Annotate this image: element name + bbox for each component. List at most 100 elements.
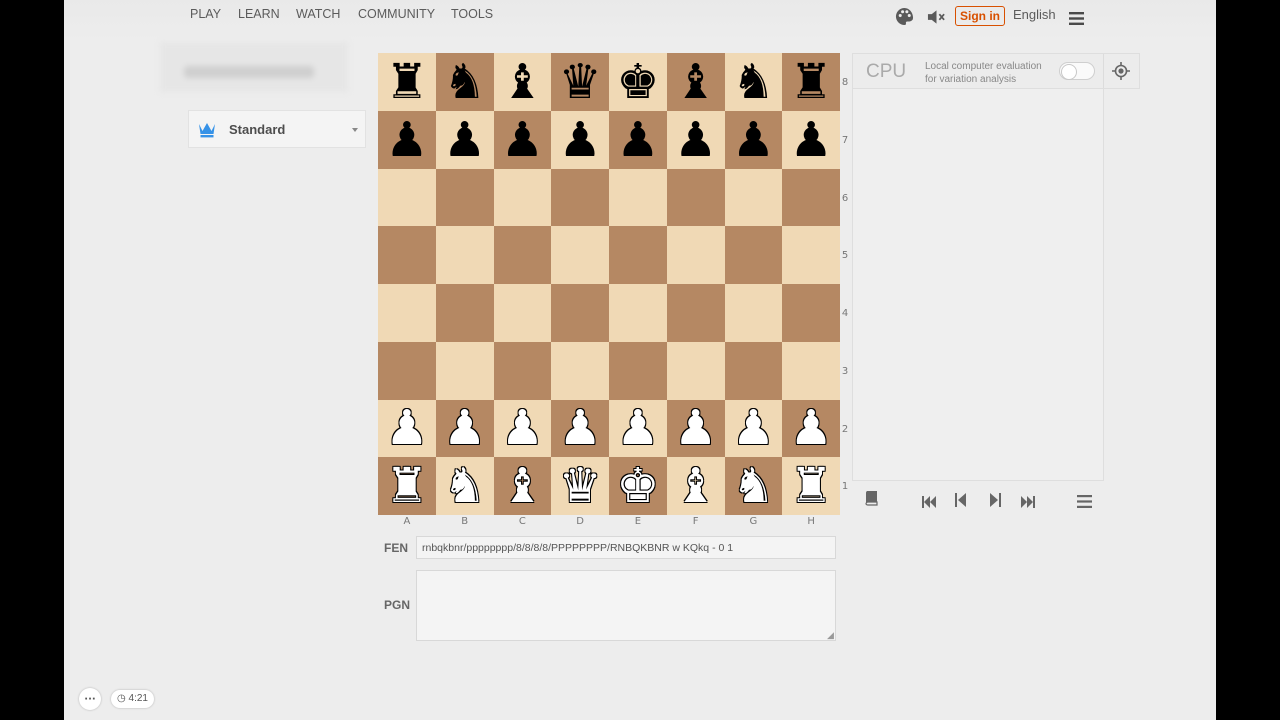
square-c5[interactable]: [493, 226, 552, 284]
square-b3[interactable]: [435, 341, 494, 400]
sign-in-button[interactable]: Sign in: [955, 6, 1005, 26]
square-h4[interactable]: [782, 284, 840, 342]
square-f4[interactable]: [666, 284, 725, 342]
square-a4[interactable]: [378, 284, 436, 342]
book-icon[interactable]: [864, 490, 878, 510]
next-move-icon[interactable]: [990, 492, 1001, 511]
black-pawn[interactable]: ♟: [732, 116, 775, 164]
square-c1[interactable]: ♝: [493, 457, 552, 515]
black-pawn[interactable]: ♟: [790, 116, 833, 164]
square-d7[interactable]: ♟: [551, 110, 609, 169]
square-f8[interactable]: ♝: [666, 53, 725, 111]
palette-icon[interactable]: [895, 7, 914, 30]
white-rook[interactable]: ♜: [790, 462, 833, 510]
square-g4[interactable]: [724, 284, 783, 342]
square-h1[interactable]: ♜: [782, 457, 840, 515]
square-e3[interactable]: [609, 341, 667, 400]
black-pawn[interactable]: ♟: [674, 116, 717, 164]
nav-tools[interactable]: TOOLS: [451, 7, 493, 21]
square-f6[interactable]: [666, 168, 725, 227]
square-b8[interactable]: ♞: [435, 53, 494, 111]
square-f7[interactable]: ♟: [666, 110, 725, 169]
square-g2[interactable]: ♟: [724, 399, 783, 458]
square-e8[interactable]: ♚: [609, 53, 667, 111]
more-options-button[interactable]: ···: [79, 688, 101, 710]
square-c3[interactable]: [493, 341, 552, 400]
resize-grip-icon[interactable]: ◢: [827, 631, 834, 641]
square-d1[interactable]: ♛: [551, 457, 609, 515]
last-move-icon[interactable]: [1021, 493, 1035, 512]
square-e4[interactable]: [609, 284, 667, 342]
white-pawn[interactable]: ♟: [443, 404, 486, 452]
square-h5[interactable]: [782, 226, 840, 284]
first-move-icon[interactable]: [922, 493, 936, 512]
black-bishop[interactable]: ♝: [674, 58, 717, 106]
black-pawn[interactable]: ♟: [616, 116, 659, 164]
language-selector[interactable]: English: [1013, 7, 1056, 22]
black-king[interactable]: ♚: [616, 58, 659, 106]
black-pawn[interactable]: ♟: [443, 116, 486, 164]
square-g7[interactable]: ♟: [724, 110, 783, 169]
square-e1[interactable]: ♚: [609, 457, 667, 515]
square-h3[interactable]: [782, 341, 840, 400]
pgn-input[interactable]: [416, 570, 836, 641]
square-a8[interactable]: ♜: [378, 53, 436, 111]
white-pawn[interactable]: ♟: [732, 404, 775, 452]
video-timestamp[interactable]: ◷ 4:21: [111, 690, 154, 708]
square-a2[interactable]: ♟: [378, 399, 436, 458]
square-a7[interactable]: ♟: [378, 110, 436, 169]
nav-community[interactable]: COMMUNITY: [358, 7, 435, 21]
black-bishop[interactable]: ♝: [501, 58, 544, 106]
nav-watch[interactable]: WATCH: [296, 7, 340, 21]
square-e6[interactable]: [609, 168, 667, 227]
square-e7[interactable]: ♟: [609, 110, 667, 169]
square-c2[interactable]: ♟: [493, 399, 552, 458]
square-c6[interactable]: [493, 168, 552, 227]
white-pawn[interactable]: ♟: [559, 404, 602, 452]
square-h8[interactable]: ♜: [782, 53, 840, 111]
black-pawn[interactable]: ♟: [501, 116, 544, 164]
mute-icon[interactable]: [927, 9, 946, 29]
square-a6[interactable]: [378, 168, 436, 227]
square-b4[interactable]: [435, 284, 494, 342]
square-e5[interactable]: [609, 226, 667, 284]
square-b7[interactable]: ♟: [435, 110, 494, 169]
square-f3[interactable]: [666, 341, 725, 400]
square-g6[interactable]: [724, 168, 783, 227]
prev-move-icon[interactable]: [955, 492, 966, 511]
black-pawn[interactable]: ♟: [559, 116, 602, 164]
ceval-toggle[interactable]: [1059, 62, 1095, 80]
square-h6[interactable]: [782, 168, 840, 227]
target-icon[interactable]: [1112, 62, 1130, 84]
square-g1[interactable]: ♞: [724, 457, 783, 515]
square-a3[interactable]: [378, 341, 436, 400]
square-c7[interactable]: ♟: [493, 110, 552, 169]
square-h2[interactable]: ♟: [782, 399, 840, 458]
square-d2[interactable]: ♟: [551, 399, 609, 458]
square-f2[interactable]: ♟: [666, 399, 725, 458]
square-c4[interactable]: [493, 284, 552, 342]
white-pawn[interactable]: ♟: [616, 404, 659, 452]
square-g3[interactable]: [724, 341, 783, 400]
square-d8[interactable]: ♛: [551, 53, 609, 111]
nav-learn[interactable]: LEARN: [238, 7, 280, 21]
square-a5[interactable]: [378, 226, 436, 284]
square-h7[interactable]: ♟: [782, 110, 840, 169]
square-d6[interactable]: [551, 168, 609, 227]
white-knight[interactable]: ♞: [443, 462, 486, 510]
square-a1[interactable]: ♜: [378, 457, 436, 515]
square-d3[interactable]: [551, 341, 609, 400]
black-queen[interactable]: ♛: [559, 58, 602, 106]
square-d4[interactable]: [551, 284, 609, 342]
square-f1[interactable]: ♝: [666, 457, 725, 515]
square-b1[interactable]: ♞: [435, 457, 494, 515]
square-b2[interactable]: ♟: [435, 399, 494, 458]
white-bishop[interactable]: ♝: [501, 462, 544, 510]
fen-input[interactable]: [416, 536, 836, 559]
square-e2[interactable]: ♟: [609, 399, 667, 458]
white-pawn[interactable]: ♟: [674, 404, 717, 452]
black-knight[interactable]: ♞: [443, 58, 486, 106]
white-rook[interactable]: ♜: [385, 462, 428, 510]
square-g5[interactable]: [724, 226, 783, 284]
menu-icon[interactable]: [1077, 493, 1092, 512]
